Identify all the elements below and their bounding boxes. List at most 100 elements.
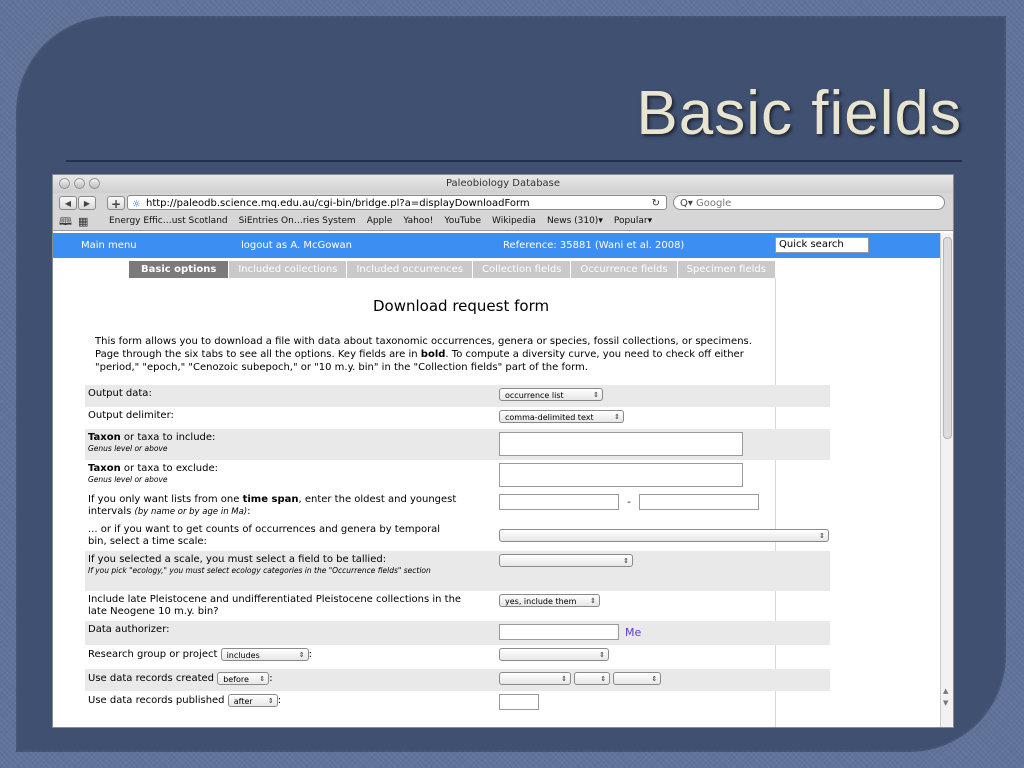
- taxon-include-control: [499, 432, 743, 456]
- intro-line-3: "period," "epoch," "Cenozoic subepoch," …: [95, 362, 588, 373]
- research-group-mode-select[interactable]: includes ⇕: [220, 648, 309, 661]
- intro-text: This form allows you to download a file …: [95, 335, 825, 374]
- main-menu-link[interactable]: Main menu: [81, 240, 137, 251]
- scroll-up-icon[interactable]: ▲: [943, 687, 948, 695]
- minimize-window-button[interactable]: [74, 178, 85, 189]
- authorizer-input[interactable]: [499, 624, 619, 640]
- range-dash: -: [627, 496, 631, 508]
- tab-occurrence-fields[interactable]: Occurrence fields: [571, 261, 678, 278]
- search-placeholder: Google: [696, 198, 732, 209]
- bookmarks-icon[interactable]: 🕮▦: [59, 213, 94, 230]
- youngest-interval-input[interactable]: [638, 494, 759, 510]
- research-group-text: Research group or project: [88, 648, 218, 660]
- taxon-exclude-textarea[interactable]: [499, 463, 743, 487]
- taxon-include-row: Taxon or taxa to include: Genus level or …: [85, 429, 830, 460]
- tally-field-label: If you selected a scale, you must select…: [88, 554, 493, 575]
- authorizer-control: Me: [499, 624, 641, 640]
- tab-basic-options[interactable]: Basic options: [129, 261, 230, 278]
- time-span-control: -: [499, 494, 759, 510]
- chevron-updown-icon: ⇕: [561, 675, 567, 683]
- taxon-exclude-label: Taxon or taxa to exclude: Genus level or …: [88, 463, 493, 484]
- tab-included-occurrences[interactable]: Included occurrences: [347, 261, 474, 278]
- chevron-updown-icon: ⇕: [600, 675, 607, 683]
- add-bookmark-button[interactable]: +: [107, 196, 125, 211]
- logout-link[interactable]: logout as A. McGowan: [241, 240, 352, 251]
- taxon-include-bold: Taxon: [88, 432, 121, 443]
- time-span-text: If you only want lists from one: [88, 494, 243, 505]
- research-group-select[interactable]: ⇕: [499, 648, 609, 661]
- created-control: ⇕ ⇕ ⇕: [499, 672, 662, 685]
- intro-line-1: This form allows you to download a file …: [95, 336, 752, 347]
- created-month-select[interactable]: ⇕: [574, 672, 611, 685]
- bookmark-item[interactable]: News (310)▾: [547, 213, 603, 230]
- bookmark-item[interactable]: Popular▾: [614, 213, 652, 230]
- form-title: Download request form: [373, 297, 550, 315]
- published-label: Use data records published after ⇕:: [88, 694, 493, 708]
- forward-button[interactable]: ▶: [78, 196, 96, 210]
- bookmark-item[interactable]: Energy Effic…ust Scotland: [109, 213, 228, 230]
- browser-toolbar: ◀ ▶ + ☼ http://paleodb.science.mq.edu.au…: [53, 193, 953, 213]
- intro-bold: bold: [420, 349, 446, 360]
- reload-icon[interactable]: ↻: [652, 196, 660, 211]
- tally-field-text: If you selected a scale, you must select…: [88, 554, 387, 565]
- bookmark-item[interactable]: Wikipedia: [492, 213, 536, 230]
- bookmark-item[interactable]: Yahoo!: [403, 213, 433, 230]
- title-divider: [66, 160, 962, 162]
- intro-text-part: . To compute a diversity curve, you need…: [445, 349, 744, 360]
- tab-included-collections[interactable]: Included collections: [229, 261, 348, 278]
- tab-collection-fields[interactable]: Collection fields: [473, 261, 572, 278]
- bookmark-item[interactable]: Apple: [367, 213, 393, 230]
- oldest-interval-input[interactable]: [499, 494, 619, 510]
- tally-field-select[interactable]: ⇕: [499, 554, 633, 567]
- bookmark-item[interactable]: YouTube: [444, 213, 481, 230]
- chevron-updown-icon: ⇕: [651, 675, 658, 683]
- close-window-button[interactable]: [59, 178, 70, 189]
- bookmark-item[interactable]: SiEntries On…ries System: [239, 213, 356, 230]
- address-bar[interactable]: ☼ http://paleodb.science.mq.edu.au/cgi-b…: [127, 195, 667, 210]
- quick-search-input[interactable]: Quick search: [775, 237, 869, 253]
- slide-title: Basic fields: [636, 79, 962, 148]
- created-day-select[interactable]: ⇕: [613, 672, 662, 685]
- me-link[interactable]: Me: [625, 626, 641, 639]
- zoom-window-button[interactable]: [89, 178, 100, 189]
- pleistocene-select[interactable]: yes, include them ⇕: [499, 594, 600, 607]
- taxon-exclude-bold: Taxon: [88, 463, 121, 474]
- window-titlebar: Paleobiology Database: [53, 175, 953, 193]
- published-colon: :: [277, 694, 282, 706]
- published-mode-select[interactable]: after ⇕: [227, 694, 278, 707]
- created-mode-select[interactable]: before ⇕: [217, 672, 270, 685]
- globe-icon: ☼: [132, 199, 141, 210]
- chevron-updown-icon: ⇕: [267, 697, 274, 705]
- output-delimiter-select[interactable]: comma-delimited text ⇕: [499, 410, 624, 423]
- output-data-select[interactable]: occurrence list ⇕: [499, 388, 603, 401]
- taxon-include-text: or taxa to include:: [120, 432, 216, 443]
- search-icon: Q▾: [680, 198, 693, 209]
- tab-specimen-fields[interactable]: Specimen fields: [677, 261, 776, 278]
- scroll-down-icon[interactable]: ▼: [943, 699, 948, 707]
- created-text: Use data records created: [88, 672, 214, 684]
- time-scale-text: ... or if you want to get counts of occu…: [88, 524, 441, 535]
- vertical-scrollbar[interactable]: ▲ ▼: [940, 233, 953, 727]
- reference-link[interactable]: Reference: 35881 (Wani et al. 2008): [503, 240, 684, 251]
- browser-search-field[interactable]: Q▾ Google: [673, 195, 945, 210]
- site-topbar: Main menu logout as A. McGowan Reference…: [53, 233, 941, 258]
- chevron-updown-icon: ⇕: [259, 675, 266, 683]
- time-scale-select[interactable]: ⇕: [499, 529, 829, 542]
- time-scale-row: ... or if you want to get counts of occu…: [85, 521, 830, 551]
- back-button[interactable]: ◀: [59, 196, 77, 210]
- window-controls: [59, 178, 100, 189]
- created-year-select[interactable]: ⇕: [499, 672, 571, 685]
- authorizer-label: Data authorizer:: [88, 624, 170, 635]
- published-year-input[interactable]: [499, 694, 539, 710]
- research-group-colon: :: [308, 648, 312, 660]
- taxon-include-textarea[interactable]: [499, 432, 743, 456]
- pleistocene-value: yes, include them: [505, 597, 577, 606]
- form-tabs: Basic options Included collections Inclu…: [129, 261, 776, 278]
- research-group-label: Research group or project includes ⇕:: [88, 648, 493, 662]
- tally-field-hint: If you pick "ecology," you must select e…: [88, 566, 431, 575]
- scrollbar-thumb[interactable]: [943, 237, 952, 439]
- tally-field-control: ⇕: [499, 554, 633, 567]
- output-data-control: occurrence list ⇕: [499, 388, 603, 401]
- time-span-hint: (by name or by age in Ma): [134, 507, 248, 517]
- page-content: Main menu logout as A. McGowan Reference…: [53, 233, 941, 727]
